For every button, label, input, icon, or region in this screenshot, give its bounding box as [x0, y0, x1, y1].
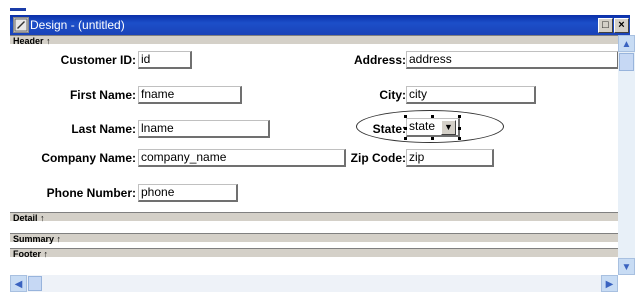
last-name-field[interactable]: lname [138, 120, 270, 138]
selection-handle[interactable] [404, 127, 407, 130]
first-name-field[interactable]: fname [138, 86, 242, 104]
detail-band[interactable]: Detail ↑ [10, 212, 618, 223]
scroll-left-button[interactable]: ◀ [10, 275, 27, 292]
last-name-label: Last Name: [71, 122, 136, 136]
window-grip [10, 8, 26, 11]
city-field[interactable]: city [406, 86, 536, 104]
phone-number-label: Phone Number: [46, 186, 136, 200]
horizontal-scrollbar[interactable]: ◀ ▶ [10, 275, 618, 292]
selection-handle[interactable] [458, 127, 461, 130]
restore-button[interactable]: □ [598, 18, 613, 33]
company-name-field[interactable]: company_name [138, 149, 346, 167]
selection-handle[interactable] [431, 137, 434, 140]
selection-handle[interactable] [458, 137, 461, 140]
selection-handle[interactable] [404, 115, 407, 118]
design-window: Design - (untitled) □ × Header ↑ Custome… [0, 0, 639, 295]
chevron-down-icon[interactable]: ▼ [441, 120, 456, 135]
zip-code-field[interactable]: zip [406, 149, 494, 167]
title-bar[interactable]: Design - (untitled) □ × [10, 15, 630, 35]
selection-handle[interactable] [431, 115, 434, 118]
zip-code-label: Zip Code: [350, 151, 406, 165]
customer-id-label: Customer ID: [60, 53, 136, 67]
city-label: City: [379, 88, 406, 102]
summary-band[interactable]: Summary ↑ [10, 233, 618, 244]
state-label: State: [372, 122, 406, 136]
state-value: state [409, 119, 436, 133]
close-button[interactable]: × [614, 18, 629, 33]
selection-handle[interactable] [458, 115, 461, 118]
company-name-label: Company Name: [41, 151, 136, 165]
vertical-scrollbar[interactable]: ▲ ▼ [618, 35, 635, 275]
design-window-icon [13, 17, 29, 33]
horizontal-scroll-thumb[interactable] [28, 276, 42, 291]
footer-band[interactable]: Footer ↑ [10, 248, 618, 259]
address-label: Address: [353, 53, 406, 67]
header-band[interactable]: Header ↑ [10, 35, 618, 46]
customer-id-field[interactable]: id [138, 51, 192, 69]
first-name-label: First Name: [69, 88, 136, 102]
selection-handle[interactable] [404, 137, 407, 140]
scroll-right-button[interactable]: ▶ [601, 275, 618, 292]
scroll-up-button[interactable]: ▲ [618, 35, 635, 52]
vertical-scroll-thumb[interactable] [619, 53, 634, 71]
window-title: Design - (untitled) [30, 18, 125, 32]
scroll-down-button[interactable]: ▼ [618, 258, 635, 275]
address-field[interactable]: address [406, 51, 619, 69]
phone-number-field[interactable]: phone [138, 184, 238, 202]
